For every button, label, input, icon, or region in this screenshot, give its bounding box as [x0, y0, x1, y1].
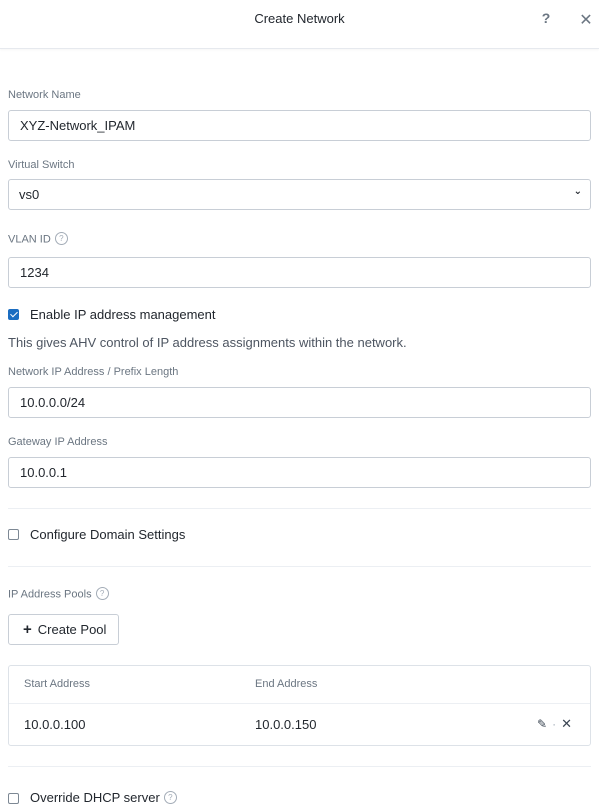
ip-pools-label: IP Address Pools?	[8, 587, 109, 601]
table-divider	[9, 703, 590, 704]
create-pool-button[interactable]: + Create Pool	[8, 614, 120, 645]
ip-pools-table: Start Address End Address 10.0.0.100 10.…	[8, 665, 591, 746]
column-header-end-address: End Address	[255, 678, 318, 690]
separator-dot: ·	[552, 717, 557, 731]
domain-settings-label[interactable]: Configure Domain Settings	[30, 527, 185, 542]
network-ip-label: Network IP Address / Prefix Length	[8, 366, 179, 378]
close-icon[interactable]: ✕	[561, 716, 572, 731]
virtual-switch-value: vs0	[19, 187, 40, 202]
network-name-input[interactable]	[8, 110, 591, 141]
override-dhcp-label[interactable]: Override DHCP server?	[30, 790, 177, 805]
chevron-down-icon: ⌄	[573, 186, 582, 197]
dialog-header: Create Network ? ✕	[0, 0, 599, 49]
enable-ipam-checkbox[interactable]	[8, 309, 19, 320]
row-actions: ✎ · ✕	[537, 716, 572, 732]
close-icon[interactable]: ✕	[578, 10, 594, 29]
section-divider	[8, 766, 591, 767]
section-divider	[8, 566, 591, 567]
pool-start-address: 10.0.0.100	[24, 717, 86, 732]
override-dhcp-label-text: Override DHCP server	[30, 790, 160, 805]
dialog-title: Create Network	[254, 11, 345, 26]
question-circle-icon[interactable]: ?	[95, 587, 109, 600]
domain-settings-checkbox[interactable]	[8, 529, 19, 540]
question-circle-icon[interactable]: ?	[54, 232, 68, 245]
help-icon[interactable]: ?	[538, 10, 554, 28]
vlan-id-input[interactable]	[8, 257, 591, 288]
ipam-description: This gives AHV control of IP address ass…	[8, 335, 407, 350]
network-ip-input[interactable]	[8, 387, 591, 418]
section-divider	[8, 508, 591, 509]
override-dhcp-checkbox[interactable]	[8, 793, 19, 804]
question-circle-icon[interactable]: ?	[163, 791, 177, 805]
plus-icon: +	[23, 621, 32, 638]
pool-end-address: 10.0.0.150	[255, 717, 317, 732]
gateway-ip-label: Gateway IP Address	[8, 436, 108, 448]
gateway-ip-input[interactable]	[8, 457, 591, 488]
virtual-switch-label: Virtual Switch	[8, 159, 75, 171]
enable-ipam-label[interactable]: Enable IP address management	[30, 307, 216, 322]
vlan-id-label: VLAN ID?	[8, 232, 68, 246]
create-pool-button-label: Create Pool	[37, 622, 107, 637]
ip-pools-label-text: IP Address Pools	[8, 588, 92, 601]
network-name-label: Network Name	[8, 89, 81, 101]
column-header-start-address: Start Address	[24, 678, 91, 690]
virtual-switch-select[interactable]: vs0 ⌄	[8, 179, 591, 210]
vlan-id-label-text: VLAN ID	[8, 233, 51, 246]
pencil-icon[interactable]: ✎	[537, 717, 547, 731]
